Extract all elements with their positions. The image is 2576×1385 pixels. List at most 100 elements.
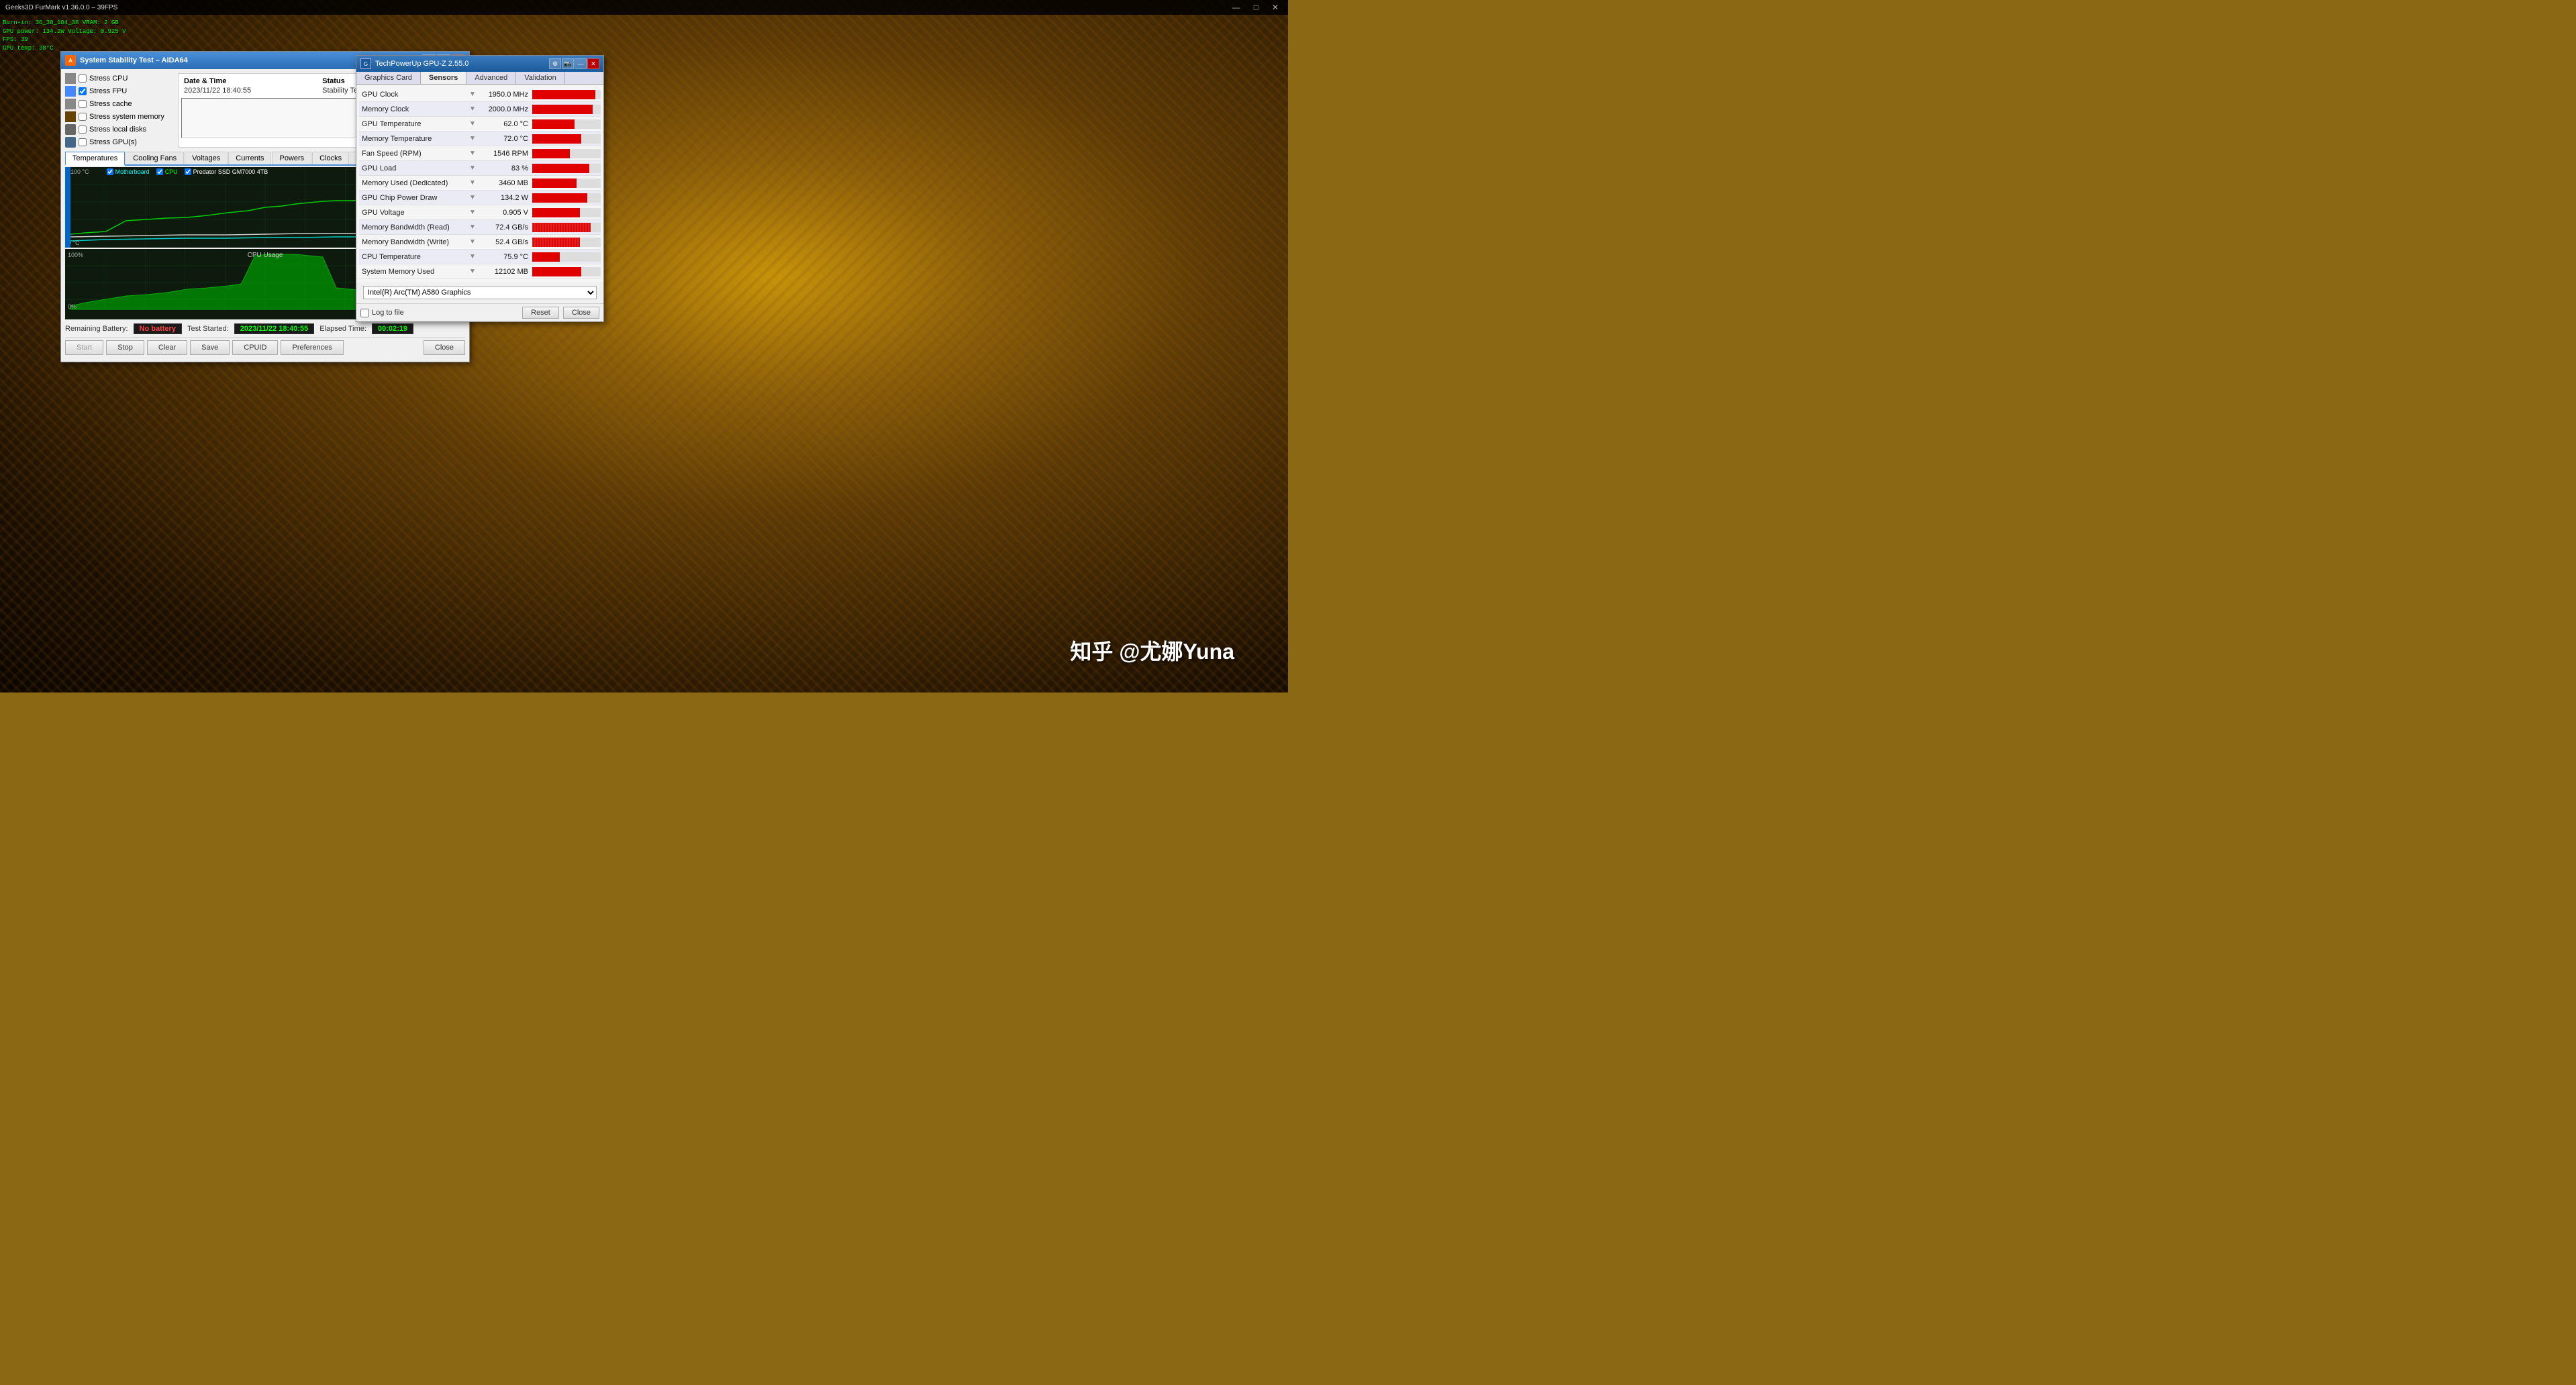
gpuz-device-select[interactable]: Intel(R) Arc(TM) A580 Graphics	[363, 286, 597, 299]
stop-button[interactable]: Stop	[106, 340, 144, 355]
gpuz-tab-validation[interactable]: Validation	[516, 72, 565, 84]
cpuid-button[interactable]: CPUID	[232, 340, 278, 355]
sensor-expand-arrow[interactable]: ▼	[466, 105, 479, 113]
cpu-chart-label: CPU Usage	[248, 252, 283, 259]
stress-sysmem-checkbox[interactable]	[79, 113, 87, 121]
sensor-bar	[532, 90, 595, 99]
sensor-row: GPU Chip Power Draw▼134.2 W	[359, 191, 601, 205]
gpuz-settings-btn[interactable]: ⚙	[549, 58, 561, 69]
cpu-chart-ymin-left: 0%	[68, 303, 77, 310]
tab-voltages[interactable]: Voltages	[185, 152, 228, 164]
tab-temperatures[interactable]: Temperatures	[65, 152, 125, 166]
sensor-bar	[532, 149, 570, 158]
legend-mb-check[interactable]	[107, 168, 113, 175]
taskbar-min[interactable]: —	[1228, 3, 1244, 12]
gpuz-icon: G	[360, 58, 371, 69]
gpuz-close-btn[interactable]: ✕	[587, 58, 599, 69]
sensor-row: GPU Voltage▼0.905 V	[359, 205, 601, 220]
sensor-name: Fan Speed (RPM)	[359, 150, 466, 158]
cpu-icon	[65, 73, 76, 84]
stress-fpu-label: Stress FPU	[89, 87, 127, 95]
sensor-bar-container	[532, 193, 601, 203]
sensor-expand-arrow[interactable]: ▼	[466, 238, 479, 246]
sensor-expand-arrow[interactable]: ▼	[466, 209, 479, 216]
sensor-bar-container	[532, 178, 601, 188]
sensor-bar	[532, 238, 580, 247]
gpu-icon	[65, 137, 76, 148]
gpuz-close-button[interactable]: Close	[563, 307, 599, 319]
sensor-row: GPU Clock▼1950.0 MHz	[359, 87, 601, 102]
stress-cpu-label: Stress CPU	[89, 74, 128, 83]
legend-cpu-check[interactable]	[156, 168, 163, 175]
fpu-icon	[65, 86, 76, 97]
sensor-expand-arrow[interactable]: ▼	[466, 194, 479, 201]
save-button[interactable]: Save	[190, 340, 230, 355]
legend-ssd-check[interactable]	[185, 168, 191, 175]
sensor-expand-arrow[interactable]: ▼	[466, 150, 479, 157]
gpuz-minimize-btn[interactable]: —	[575, 58, 587, 69]
close-button[interactable]: Close	[424, 340, 465, 355]
sensor-bar	[532, 178, 577, 188]
stress-gpu-item: Stress GPU(s)	[65, 137, 172, 148]
gpuz-window: G TechPowerUp GPU-Z 2.55.0 ⚙ 📷 — ✕ Graph…	[356, 55, 604, 322]
sensor-bar-container	[532, 238, 601, 247]
preferences-button[interactable]: Preferences	[281, 340, 343, 355]
sensor-value: 52.4 GB/s	[479, 238, 532, 246]
sensor-value: 12102 MB	[479, 268, 532, 276]
button-row: Start Stop Clear Save CPUID Preferences …	[65, 337, 465, 358]
tab-cooling-fans[interactable]: Cooling Fans	[126, 152, 184, 164]
gpuz-tab-advanced[interactable]: Advanced	[466, 72, 516, 84]
sensor-value: 83 %	[479, 164, 532, 172]
gpuz-cam-btn[interactable]: 📷	[562, 58, 574, 69]
sensor-row: Memory Bandwidth (Write)▼52.4 GB/s	[359, 235, 601, 250]
sensor-expand-arrow[interactable]: ▼	[466, 253, 479, 260]
sensor-expand-arrow[interactable]: ▼	[466, 223, 479, 231]
sensor-name: Memory Clock	[359, 105, 466, 113]
sensor-bar	[532, 134, 581, 144]
stress-gpu-checkbox[interactable]	[79, 138, 87, 146]
gpuz-window-controls: ⚙ 📷 — ✕	[549, 58, 599, 69]
sensor-row: Memory Used (Dedicated)▼3460 MB	[359, 176, 601, 191]
sensor-bar-container	[532, 105, 601, 114]
sensor-value: 2000.0 MHz	[479, 105, 532, 113]
start-button[interactable]: Start	[65, 340, 103, 355]
sensor-bar-container	[532, 252, 601, 262]
gpuz-tab-sensors[interactable]: Sensors	[421, 72, 466, 84]
sensor-expand-arrow[interactable]: ▼	[466, 268, 479, 275]
battery-value: No battery	[134, 323, 182, 334]
taskbar-max[interactable]: □	[1250, 3, 1262, 12]
tab-currents[interactable]: Currents	[228, 152, 271, 164]
sensor-expand-arrow[interactable]: ▼	[466, 164, 479, 172]
stress-localdisk-checkbox[interactable]	[79, 125, 87, 134]
sensor-bar-container	[532, 119, 601, 129]
gpuz-reset-button[interactable]: Reset	[522, 307, 559, 319]
stress-cache-label: Stress cache	[89, 100, 132, 108]
sensor-expand-arrow[interactable]: ▼	[466, 135, 479, 142]
stress-fpu-checkbox[interactable]	[79, 87, 87, 95]
stress-options: Stress CPU Stress FPU Stress cache Stres…	[65, 73, 172, 148]
gpuz-log-label: Log to file	[360, 309, 404, 317]
sensor-value: 72.4 GB/s	[479, 223, 532, 232]
sensor-bar-container	[532, 267, 601, 276]
tab-powers[interactable]: Powers	[272, 152, 311, 164]
sensor-expand-arrow[interactable]: ▼	[466, 120, 479, 127]
legend-ssd-label: Predator SSD GM7000 4TB	[193, 168, 268, 175]
gpuz-tabs: Graphics Card Sensors Advanced Validatio…	[356, 72, 603, 85]
sensor-expand-arrow[interactable]: ▼	[466, 179, 479, 187]
gpuz-titlebar: G TechPowerUp GPU-Z 2.55.0 ⚙ 📷 — ✕	[356, 56, 603, 72]
gpuz-log-text: Log to file	[372, 309, 404, 317]
stress-cpu-checkbox[interactable]	[79, 74, 87, 83]
tab-clocks[interactable]: Clocks	[312, 152, 349, 164]
gpuz-log-checkbox[interactable]	[360, 309, 369, 317]
sensor-name: Memory Temperature	[359, 135, 466, 143]
sensor-expand-arrow[interactable]: ▼	[466, 91, 479, 98]
gpuz-tab-graphics-card[interactable]: Graphics Card	[356, 72, 421, 84]
sensor-value: 1546 RPM	[479, 150, 532, 158]
clear-button[interactable]: Clear	[147, 340, 187, 355]
elapsed-value: 00:02:19	[372, 323, 413, 334]
cache-icon	[65, 99, 76, 109]
sensor-name: GPU Temperature	[359, 120, 466, 128]
taskbar-close[interactable]: ✕	[1268, 3, 1283, 12]
sensor-bar-container	[532, 164, 601, 173]
stress-cache-checkbox[interactable]	[79, 100, 87, 108]
